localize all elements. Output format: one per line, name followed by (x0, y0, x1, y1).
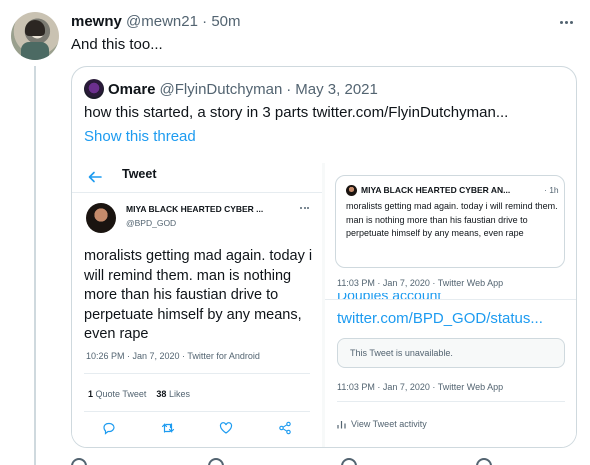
view-activity-label: View Tweet activity (351, 419, 427, 429)
view-activity-row: View Tweet activity (337, 419, 427, 429)
divider (337, 401, 565, 402)
quote-count: 1 (88, 389, 94, 399)
author-name[interactable]: mewny (71, 13, 122, 30)
divider (72, 192, 322, 193)
screenshot-author-avatar (86, 203, 116, 233)
author-handle[interactable]: @mewn21 (126, 13, 198, 30)
more-icon[interactable] (556, 12, 576, 32)
like-icon (220, 422, 233, 434)
screenshot-embedded-card: MIYA BLACK HEARTED CYBER AN... · 1h mora… (335, 175, 565, 268)
tweet-time[interactable]: 50m (211, 13, 240, 30)
screenshot-stats: 1 Quote Tweet 38 Likes (88, 389, 190, 399)
retweet-icon (161, 423, 174, 433)
activity-icon (337, 420, 346, 428)
card-text: moralists getting mad again. today i wil… (346, 201, 558, 238)
separator: · (202, 13, 208, 30)
share-icon[interactable] (476, 458, 492, 465)
tweet-text: And this too... (71, 36, 163, 53)
screenshot-meta-1: 11:03 PM · Jan 7, 2020 · Twitter Web App (337, 278, 504, 288)
quote-text: how this started, a story in 3 parts twi… (84, 104, 509, 121)
screenshot-meta-2: 11:03 PM · Jan 7, 2020 · Twitter Web App (337, 382, 504, 392)
reply-icon (103, 422, 115, 435)
screenshot-left-panel: Tweet MIYA BLACK HEARTED CYBER ... @BPD_… (72, 163, 322, 447)
quote-date: May 3, 2021 (295, 80, 378, 98)
like-icon[interactable] (341, 458, 357, 465)
likes-count: 38 (156, 389, 167, 399)
likes-label: Likes (168, 389, 190, 399)
screenshot-author-name: MIYA BLACK HEARTED CYBER ... (126, 204, 264, 214)
divider (325, 299, 576, 300)
screenshot-author-handle: @BPD_GOD (126, 218, 177, 228)
quote-header: Omare @FlyinDutchyman · May 3, 2021 (84, 79, 378, 99)
share-icon (279, 421, 291, 435)
screenshot-action-bar (102, 421, 292, 435)
quoted-tweet[interactable]: Omare @FlyinDutchyman · May 3, 2021 how … (71, 66, 577, 448)
show-thread-link[interactable]: Show this thread (84, 128, 196, 145)
tweet-action-bar (71, 458, 521, 465)
quote-label: Quote Tweet (95, 389, 147, 399)
avatar[interactable] (11, 12, 59, 60)
card-author-name: MIYA BLACK HEARTED CYBER AN... (361, 185, 511, 195)
divider (84, 373, 310, 374)
quote-author-handle: @FlyinDutchyman (159, 80, 283, 98)
screenshot-tweet-meta: 10:26 PM · Jan 7, 2020 · Twitter for And… (86, 351, 260, 361)
screenshot-more-icon (300, 207, 309, 209)
tweet-header: mewny @mewn21 · 50m (71, 13, 241, 30)
screenshot-right-panel: MIYA BLACK HEARTED CYBER AN... · 1h mora… (325, 163, 576, 447)
screenshot-header-title: Tweet (122, 167, 157, 181)
attached-screenshot[interactable]: Tweet MIYA BLACK HEARTED CYBER ... @BPD_… (72, 163, 576, 447)
unavailable-text: This Tweet is unavailable. (350, 348, 453, 358)
thread-line (34, 66, 36, 465)
card-time: · 1h (544, 185, 559, 195)
screenshot-link: twitter.com/BPD_GOD/status... (337, 310, 543, 327)
screenshot-tweet-text: moralists getting mad again. today i wil… (84, 248, 313, 342)
quote-avatar (84, 79, 104, 99)
quote-author-name: Omare (108, 80, 156, 98)
retweet-icon[interactable] (208, 458, 224, 465)
back-arrow-icon (88, 171, 102, 183)
reply-icon[interactable] (71, 458, 87, 465)
quote-separator: · (286, 80, 292, 98)
card-avatar (346, 185, 357, 196)
unavailable-tweet-box: This Tweet is unavailable. (337, 338, 565, 368)
divider (84, 411, 310, 412)
